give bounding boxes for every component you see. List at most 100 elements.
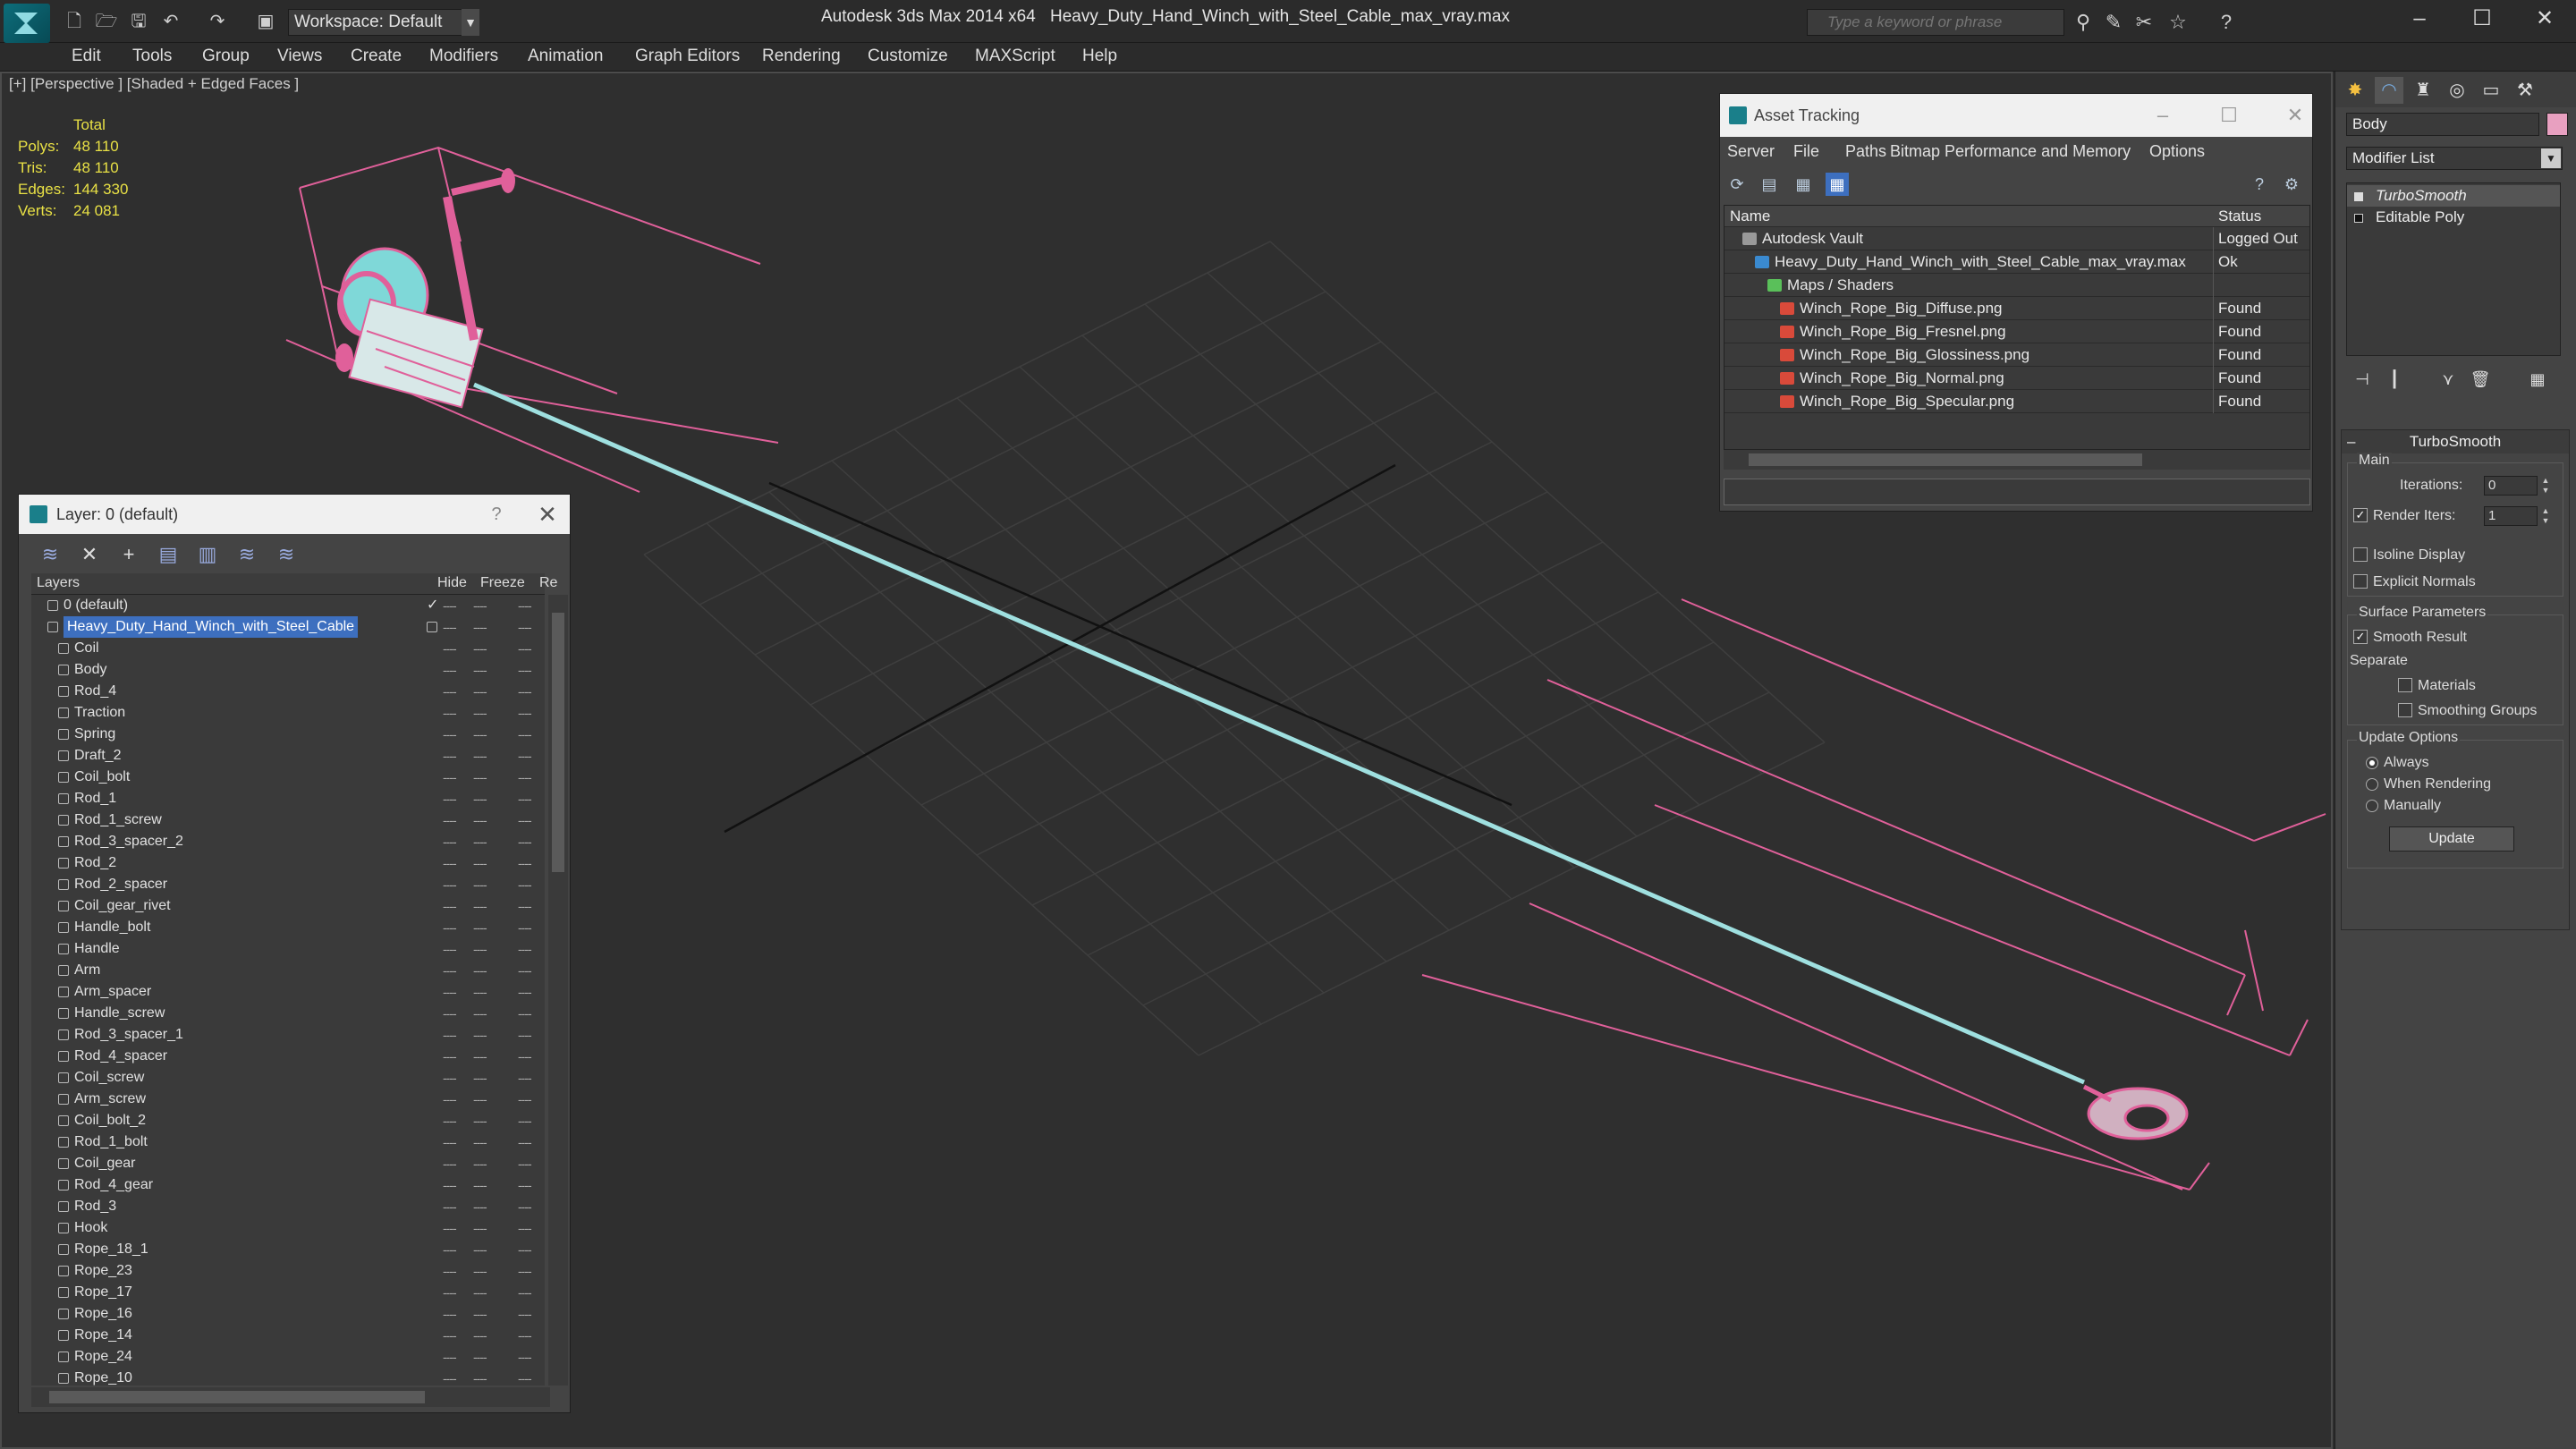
open-file-icon[interactable]: 🗁: [95, 11, 118, 32]
render-toggle[interactable]: ----: [518, 874, 532, 895]
render-toggle[interactable]: ----: [518, 917, 532, 938]
freeze-toggle[interactable]: ----: [473, 960, 487, 981]
search-input[interactable]: [1808, 10, 2063, 35]
render-toggle[interactable]: ----: [518, 1046, 532, 1067]
menu-group[interactable]: Group: [202, 47, 250, 66]
communication-icon[interactable]: ✂: [2131, 9, 2157, 36]
isoline-display-checkbox[interactable]: [2353, 547, 2368, 562]
highlight-layer-icon[interactable]: ▥: [196, 543, 219, 566]
menu-server[interactable]: Server: [1727, 142, 1775, 161]
layer-row[interactable]: Arm_spacer ---- ---- ----: [31, 981, 545, 1003]
menu-customize[interactable]: Customize: [868, 47, 948, 66]
chevron-down-icon[interactable]: ▼: [2541, 148, 2561, 168]
hide-toggle[interactable]: ----: [443, 1003, 457, 1024]
asset-row[interactable]: Winch_Rope_Big_Specular.png Found: [1724, 390, 2309, 413]
render-toggle[interactable]: ----: [518, 960, 532, 981]
display-tab-icon[interactable]: ▭: [2477, 77, 2505, 104]
layer-row[interactable]: Coil_bolt_2 ---- ---- ----: [31, 1110, 545, 1131]
hide-toggle[interactable]: ----: [443, 702, 457, 724]
render-toggle[interactable]: ----: [518, 1239, 532, 1260]
render-toggle[interactable]: ----: [518, 1089, 532, 1110]
chevron-down-icon[interactable]: ▼: [462, 9, 479, 36]
freeze-toggle[interactable]: ----: [473, 895, 487, 917]
render-toggle[interactable]: ----: [518, 638, 532, 659]
menu-views[interactable]: Views: [277, 47, 322, 66]
render-toggle[interactable]: ----: [518, 1174, 532, 1196]
hide-toggle[interactable]: ----: [443, 852, 457, 874]
redo-icon[interactable]: ↷: [206, 11, 229, 32]
layer-row[interactable]: Coil_gear ---- ---- ----: [31, 1153, 545, 1174]
layer-vertical-scrollbar[interactable]: [548, 595, 568, 1385]
layer-row[interactable]: Rod_4_gear ---- ---- ----: [31, 1174, 545, 1196]
freeze-toggle[interactable]: ----: [473, 1325, 487, 1346]
hide-toggle[interactable]: ----: [443, 1325, 457, 1346]
asset-row[interactable]: Winch_Rope_Big_Fresnel.png Found: [1724, 320, 2309, 343]
freeze-toggle[interactable]: ----: [473, 659, 487, 681]
render-toggle[interactable]: ----: [518, 1303, 532, 1325]
update-button[interactable]: Update: [2389, 826, 2514, 852]
bulb-icon[interactable]: [2354, 192, 2363, 201]
col-freeze[interactable]: Freeze: [480, 575, 525, 591]
viewport-label[interactable]: [+] [Perspective ] [Shaded + Edged Faces…: [9, 75, 299, 93]
layer-row[interactable]: Handle_bolt ---- ---- ----: [31, 917, 545, 938]
freeze-toggle[interactable]: ----: [473, 1282, 487, 1303]
hide-toggle[interactable]: ----: [443, 809, 457, 831]
configure-sets-icon[interactable]: ▦: [2525, 367, 2550, 392]
smoothing-groups-checkbox[interactable]: [2398, 703, 2412, 717]
spinner-arrows-icon[interactable]: ▲ ▼: [2539, 476, 2552, 496]
render-toggle[interactable]: ----: [518, 595, 532, 616]
stack-item-turbosmooth[interactable]: TurboSmooth: [2347, 185, 2560, 207]
layer-row[interactable]: Rod_1 ---- ---- ----: [31, 788, 545, 809]
subscription-icon[interactable]: ✎: [2100, 9, 2127, 36]
layer-row[interactable]: Rod_4_spacer ---- ---- ----: [31, 1046, 545, 1067]
help-icon[interactable]: ?: [2213, 9, 2240, 36]
layer-row[interactable]: Rod_1_screw ---- ---- ----: [31, 809, 545, 831]
freeze-toggle[interactable]: ----: [473, 1131, 487, 1153]
hide-toggle[interactable]: ----: [443, 788, 457, 809]
freeze-toggle[interactable]: ----: [473, 767, 487, 788]
freeze-toggle[interactable]: ----: [473, 1174, 487, 1196]
maximize-icon[interactable]: ☐: [2216, 94, 2242, 137]
layer-row[interactable]: Rope_24 ---- ---- ----: [31, 1346, 545, 1368]
create-tab-icon[interactable]: ✸: [2341, 77, 2369, 104]
asset-horizontal-scrollbar[interactable]: [1724, 450, 2310, 470]
col-render[interactable]: Re: [539, 575, 557, 591]
layer-row[interactable]: Rope_23 ---- ---- ----: [31, 1260, 545, 1282]
freeze-toggle[interactable]: ----: [473, 702, 487, 724]
render-toggle[interactable]: ----: [518, 767, 532, 788]
scroll-thumb[interactable]: [552, 613, 564, 872]
render-toggle[interactable]: ----: [518, 681, 532, 702]
object-name-field[interactable]: Body: [2346, 113, 2539, 136]
maximize-button[interactable]: ☐: [2451, 0, 2513, 38]
freeze-toggle[interactable]: ----: [473, 1196, 487, 1217]
freeze-toggle[interactable]: ----: [473, 595, 487, 616]
layer-row[interactable]: Rod_2_spacer ---- ---- ----: [31, 874, 545, 895]
modifier-list-dropdown[interactable]: Modifier List: [2346, 147, 2563, 170]
smooth-result-checkbox[interactable]: ✓: [2353, 630, 2368, 644]
col-layers[interactable]: Layers: [37, 575, 80, 591]
render-toggle[interactable]: ----: [518, 831, 532, 852]
layer-row[interactable]: Rod_3 ---- ---- ----: [31, 1196, 545, 1217]
hide-toggle[interactable]: ----: [443, 616, 457, 638]
favorites-star-icon[interactable]: ☆: [2165, 9, 2191, 36]
binoculars-icon[interactable]: ⚲: [2070, 9, 2097, 36]
project-folder-icon[interactable]: ▣: [254, 11, 277, 32]
freeze-toggle[interactable]: ----: [473, 1217, 487, 1239]
render-toggle[interactable]: ----: [518, 981, 532, 1003]
layer-row[interactable]: Body ---- ---- ----: [31, 659, 545, 681]
render-toggle[interactable]: ----: [518, 1217, 532, 1239]
layer-row[interactable]: Arm ---- ---- ----: [31, 960, 545, 981]
iterations-spinner[interactable]: 0: [2484, 476, 2538, 496]
current-layer-check-icon[interactable]: ✓: [427, 595, 438, 616]
menu-create[interactable]: Create: [351, 47, 402, 66]
freeze-toggle[interactable]: ----: [473, 852, 487, 874]
layer-row[interactable]: Hook ---- ---- ----: [31, 1217, 545, 1239]
delete-layer-icon[interactable]: ✕: [78, 543, 101, 566]
render-toggle[interactable]: ----: [518, 659, 532, 681]
object-color-swatch[interactable]: [2546, 113, 2568, 136]
layer-row[interactable]: Handle ---- ---- ----: [31, 938, 545, 960]
hide-toggle[interactable]: ----: [443, 1174, 457, 1196]
asset-row[interactable]: Heavy_Duty_Hand_Winch_with_Steel_Cable_m…: [1724, 250, 2309, 274]
select-objects-icon[interactable]: ▤: [157, 543, 180, 566]
layer-row[interactable]: Coil_gear_rivet ---- ---- ----: [31, 895, 545, 917]
